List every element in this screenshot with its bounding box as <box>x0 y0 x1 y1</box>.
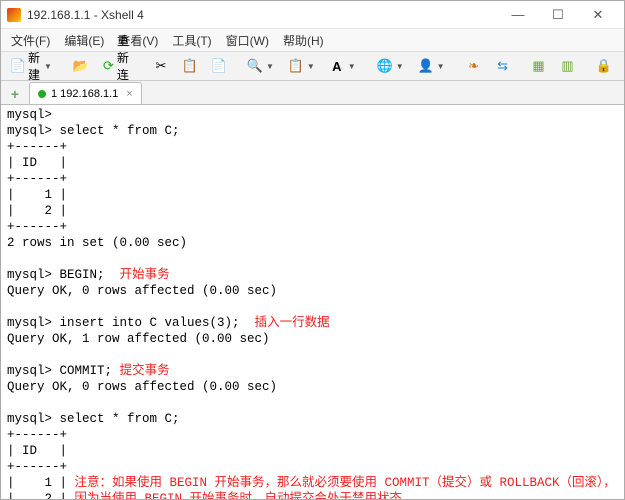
scissors-icon: ✂ <box>154 59 168 73</box>
minimize-button[interactable]: — <box>498 3 538 27</box>
tab-close-icon[interactable]: × <box>126 88 132 100</box>
tab-title: 1 192.168.1.1 <box>51 88 118 100</box>
menu-tools[interactable]: 工具(T) <box>166 30 217 51</box>
font-button[interactable]: A▼ <box>324 55 362 77</box>
maximize-button[interactable]: ☐ <box>538 3 578 27</box>
reconnect-icon: ⟳ <box>103 59 114 73</box>
search-icon: 🔍 <box>248 59 262 73</box>
copy-button[interactable]: 📋 <box>177 55 203 77</box>
tile-button[interactable]: ▦ <box>526 55 552 77</box>
menu-bar: 文件(F) 编辑(E) 查看(V) 工具(T) 窗口(W) 帮助(H) <box>1 29 624 51</box>
copy-icon: 📋 <box>183 59 197 73</box>
annotation-note1: 注意：如果使用 BEGIN 开始事务，那么就必须要使用 COMMIT（提交）或 … <box>75 476 616 490</box>
annotation-begin: 开始事务 <box>120 268 170 282</box>
lock-button[interactable]: 🔒 <box>591 55 617 77</box>
find-button[interactable]: 🔍▼ <box>242 55 280 77</box>
folder-icon: 📂 <box>74 59 88 73</box>
paste-icon: 📄 <box>212 59 226 73</box>
transfer-button[interactable]: ⇆ <box>490 55 516 77</box>
toolbar: 📄新建▼ 📂 ⟳重新连接 ✂ 📋 📄 🔍▼ 📋▼ A▼ 🌐▼ 👤▼ ❧ ⇆ ▦ … <box>1 51 624 81</box>
open-button[interactable]: 📂 <box>68 55 94 77</box>
props-button[interactable]: 📋▼ <box>283 55 321 77</box>
annotation-insert: 插入一行数据 <box>255 316 330 330</box>
script-icon: ❧ <box>467 59 481 73</box>
paste-button[interactable]: 📄 <box>206 55 232 77</box>
tile-icon: ▦ <box>532 59 546 73</box>
new-button[interactable]: 📄新建▼ <box>5 55 58 77</box>
properties-icon: 📋 <box>289 59 303 73</box>
terminal-output[interactable]: mysql> mysql> select * from C; +------+ … <box>1 105 624 499</box>
menu-window[interactable]: 窗口(W) <box>220 30 275 51</box>
menu-edit[interactable]: 编辑(E) <box>58 30 110 51</box>
user-button[interactable]: 👤▼ <box>413 55 451 77</box>
window-title: 192.168.1.1 - Xshell 4 <box>27 8 498 22</box>
globe-button[interactable]: 🌐▼ <box>372 55 410 77</box>
cascade-icon: ▥ <box>561 59 575 73</box>
title-bar: 192.168.1.1 - Xshell 4 — ☐ ✕ <box>1 1 624 29</box>
session-tab[interactable]: 1 192.168.1.1 × <box>29 82 142 104</box>
script-button[interactable]: ❧ <box>461 55 487 77</box>
menu-file[interactable]: 文件(F) <box>5 30 56 51</box>
close-button[interactable]: ✕ <box>578 3 618 27</box>
annotation-note2: 因为当使用 BEGIN 开始事务时，自动提交会处于禁用状态 <box>75 492 403 499</box>
user-icon: 👤 <box>419 59 433 73</box>
globe-icon: 🌐 <box>378 59 392 73</box>
cut-button[interactable]: ✂ <box>148 55 174 77</box>
lock-icon: 🔒 <box>597 59 611 73</box>
font-icon: A <box>330 59 344 73</box>
tab-bar: + 1 192.168.1.1 × <box>1 81 624 105</box>
new-icon: 📄 <box>11 59 25 73</box>
status-indicator <box>38 90 46 98</box>
transfer-icon: ⇆ <box>496 59 510 73</box>
cascade-button[interactable]: ▥ <box>555 55 581 77</box>
annotation-commit: 提交事务 <box>120 364 170 378</box>
reconnect-button[interactable]: ⟳重新连接 <box>97 55 138 77</box>
new-tab-button[interactable]: + <box>5 84 25 104</box>
menu-help[interactable]: 帮助(H) <box>277 30 330 51</box>
app-icon <box>7 8 21 22</box>
